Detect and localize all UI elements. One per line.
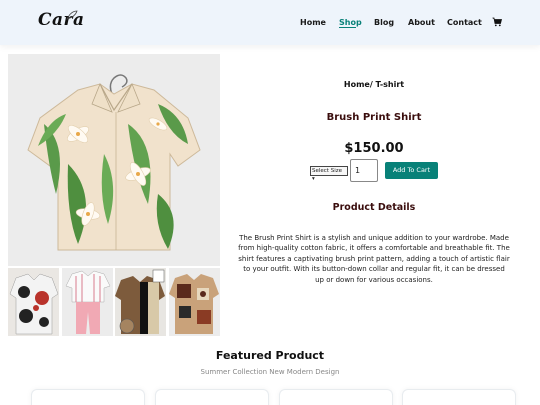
- nav-blog[interactable]: Blog: [374, 18, 394, 27]
- size-select-value: Select Size: [312, 168, 343, 174]
- product-price: $150.00: [344, 141, 404, 156]
- circle-print-shirt-thumb[interactable]: [8, 268, 59, 336]
- add-to-cart-button[interactable]: Add To Cart: [385, 162, 438, 179]
- nav-shop[interactable]: Shop: [339, 18, 362, 27]
- quantity-input[interactable]: 1: [350, 159, 378, 182]
- thumbnail-strip: [8, 268, 220, 336]
- featured-product-card[interactable]: [279, 389, 393, 405]
- patchwork-print-shirt-thumb[interactable]: [169, 268, 220, 336]
- nav-contact[interactable]: Contact: [447, 18, 482, 27]
- main-nav: Home Shop Blog About Contact: [0, 18, 540, 30]
- chevron-down-icon: ▾: [312, 176, 315, 182]
- featured-product-card[interactable]: [402, 389, 516, 405]
- featured-product-card[interactable]: [31, 389, 145, 405]
- main-product-image: [8, 54, 220, 266]
- site-header: Cara Home Shop Blog About Contact: [0, 0, 540, 45]
- nav-about[interactable]: About: [408, 18, 435, 27]
- brown-panel-shirt-thumb[interactable]: [115, 268, 166, 336]
- active-nav-underline: [339, 27, 356, 28]
- product-title: Brush Print Shirt: [326, 112, 422, 123]
- featured-product-card[interactable]: [155, 389, 269, 405]
- striped-pink-outfit-thumb[interactable]: [62, 268, 113, 336]
- breadcrumb: Home/ T-shirt: [343, 80, 405, 89]
- nav-home[interactable]: Home: [300, 18, 326, 27]
- size-select[interactable]: Select Size ▾: [310, 166, 348, 182]
- featured-subtitle: Summer Collection New Modern Design: [200, 368, 340, 376]
- product-description: The Brush Print Shirt is a stylish and u…: [238, 234, 510, 284]
- shopping-cart-icon[interactable]: [492, 17, 502, 27]
- featured-title: Featured Product: [215, 349, 325, 362]
- product-details-heading: Product Details: [332, 202, 416, 213]
